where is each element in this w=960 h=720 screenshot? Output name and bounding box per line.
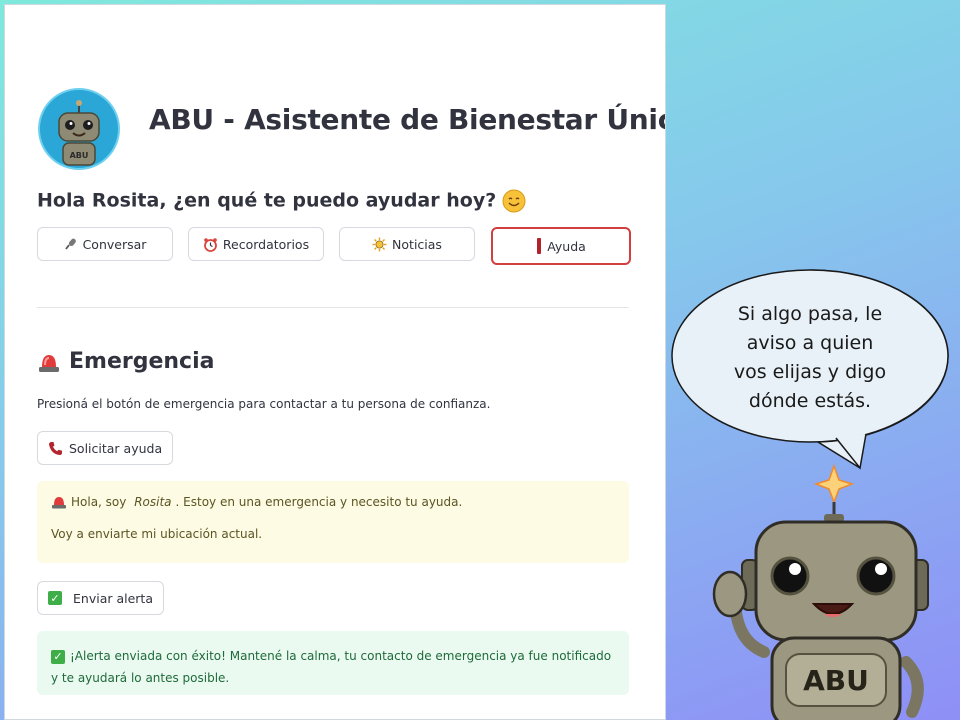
siren-icon <box>52 497 66 509</box>
app-title: ABU - Asistente de Bienestar Único <box>149 103 666 136</box>
emergency-heading: Emergencia <box>37 349 214 374</box>
bubble-line: Si algo pasa, le <box>737 303 883 325</box>
robot-badge-text: ABU <box>803 664 869 697</box>
app-panel: ABU ABU - Asistente de Bienestar Único H… <box>4 4 666 720</box>
bubble-line: aviso a quien <box>746 332 874 354</box>
send-alert-button[interactable]: ✓ Enviar alerta <box>37 581 164 615</box>
phone-icon <box>49 441 62 455</box>
sun-icon <box>372 237 387 251</box>
emergency-message-box: Hola, soy Rosita. Estoy en una emergenci… <box>37 481 629 563</box>
logo-badge-text: ABU <box>70 151 89 160</box>
alert-bar-icon <box>537 238 542 254</box>
tab-recordatorios[interactable]: Recordatorios <box>188 227 324 261</box>
message-rest: . Estoy en una emergencia y necesito tu … <box>175 495 463 509</box>
speech-bubble-text: Si algo pasa, le aviso a quien vos elija… <box>712 300 908 416</box>
message-line-2: Voy a enviarte mi ubicación actual. <box>51 527 263 541</box>
emergency-title: Emergencia <box>69 349 215 374</box>
greeting-label: Hola Rosita, ¿en qué te puedo ayudar hoy… <box>37 189 497 212</box>
bubble-line: dónde estás. <box>748 390 872 412</box>
tab-label: Recordatorios <box>222 236 310 252</box>
message-intro: Hola, soy <box>71 495 131 509</box>
tab-ayuda[interactable]: Ayuda <box>491 227 631 265</box>
microphone-icon <box>64 238 76 250</box>
greeting-text: Hola Rosita, ¿en qué te puedo ayudar hoy… <box>37 189 526 213</box>
siren-icon <box>39 354 59 372</box>
check-icon: ✓ <box>48 591 62 605</box>
send-alert-label: Enviar alerta <box>73 590 153 606</box>
tab-conversar[interactable]: Conversar <box>37 227 173 261</box>
abu-robot-illustration: ABU <box>712 463 929 720</box>
tab-label: Ayuda <box>547 238 586 254</box>
alarm-clock-icon <box>204 237 217 252</box>
divider <box>37 307 629 308</box>
bubble-line: vos elijas y digo <box>733 361 887 383</box>
request-help-label: Solicitar ayuda <box>69 440 163 456</box>
success-text: ¡Alerta enviada con éxito! Mantené la ca… <box>51 649 612 685</box>
tab-label: Conversar <box>82 236 147 252</box>
tab-noticias[interactable]: Noticias <box>339 227 475 261</box>
message-line-1: Hola, soy Rosita. Estoy en una emergenci… <box>51 495 615 509</box>
request-help-button[interactable]: Solicitar ayuda <box>37 431 174 465</box>
abu-logo: ABU <box>38 88 120 170</box>
tab-label: Noticias <box>392 236 442 252</box>
message-name: Rosita <box>134 495 172 509</box>
emergency-description: Presioná el botón de emergencia para con… <box>37 397 491 411</box>
smile-emoji-icon <box>502 189 526 213</box>
success-message-box: ✓ ¡Alerta enviada con éxito! Mantené la c… <box>37 631 629 695</box>
check-icon: ✓ <box>51 649 65 664</box>
